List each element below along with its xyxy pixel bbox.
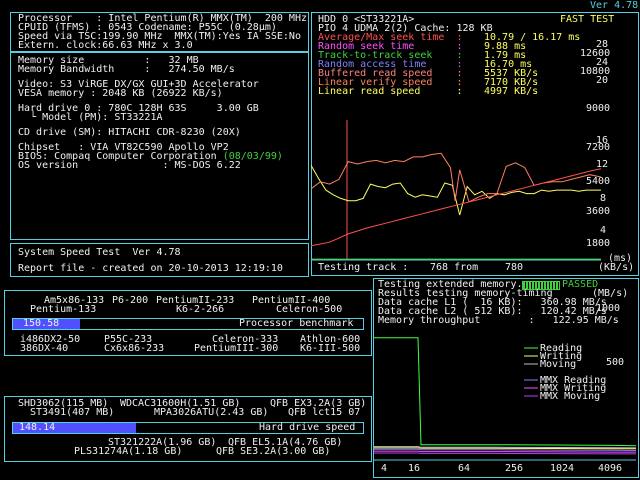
hdd-speed-chart bbox=[311, 120, 601, 261]
hdd-benchmark-track: 148.14 Hard drive speed bbox=[12, 422, 364, 434]
cpu-ref-k6-2-266: K6-2-266 bbox=[176, 304, 225, 315]
mem-x-64: 64 bbox=[458, 463, 471, 474]
unit-kbs: (KB/s) bbox=[598, 262, 635, 273]
cpu-ref-k6iii-500: K6-III-500 bbox=[300, 343, 361, 354]
mem-series-mmx-writing bbox=[374, 450, 636, 453]
mem-x-4: 4 bbox=[381, 463, 388, 474]
speed-test-title: System Speed Test Ver 4.78 bbox=[18, 247, 181, 258]
cd-drive: CD drive (SM): HITACHI CDR-8230 (20X) bbox=[18, 127, 241, 138]
cpu-benchmark-score: 150.58 bbox=[23, 318, 60, 329]
mem-x-16: 16 bbox=[408, 463, 421, 474]
cpu-benchmark-track: 150.58 Processor benchmark bbox=[12, 318, 364, 330]
fast-test-label: FAST TEST bbox=[560, 14, 615, 25]
version-label: Ver 4.78 bbox=[590, 0, 639, 11]
hdd-benchmark-label: Hard drive speed bbox=[259, 422, 356, 433]
cpu-ref-celeron-500: Celeron-500 bbox=[276, 304, 343, 315]
hdd-series-avg_seek bbox=[311, 168, 601, 247]
report-file: Report file - created on 20-10-2013 12:1… bbox=[18, 263, 283, 274]
cpu-ref-pentium-133: Pentium-133 bbox=[30, 304, 97, 315]
mem-x-1024: 1024 bbox=[550, 463, 575, 474]
hdd-series-linear_read bbox=[311, 164, 601, 216]
testing-track-label: Testing track : bbox=[318, 262, 409, 273]
hdd-y-left-20: 20 bbox=[596, 75, 609, 86]
mem-series-mmx-moving bbox=[374, 452, 636, 455]
hdd-ref-qfb-lct15: QFB lct15 07 bbox=[288, 407, 361, 418]
mem-series-mmx-reading bbox=[374, 448, 636, 451]
mem-x-256: 256 bbox=[505, 463, 524, 474]
memory-bandwidth: Memory Bandwidth : 274.50 MB/s bbox=[18, 64, 235, 75]
vesa-memory: VESA memory : 2048 KB (26922 KB/s) bbox=[18, 88, 223, 99]
cpu-ref-386dx40: 386DX-40 bbox=[20, 343, 69, 354]
cpu-benchmark-label: Processor benchmark bbox=[239, 318, 354, 329]
os-version: OS version : MS-DOS 6.22 bbox=[18, 160, 241, 171]
hdd-ref-st3491: ST3491(407 MB) bbox=[30, 407, 115, 418]
testing-track-from: 768 from bbox=[430, 262, 479, 273]
cpu-ref-piii-300: PentiumIII-300 bbox=[194, 343, 279, 354]
memory-chart bbox=[374, 337, 636, 461]
hard-drive-model: └ Model (PM): ST33221A bbox=[18, 112, 163, 123]
linear-read-label: Linear read speed : bbox=[318, 86, 463, 97]
hdd-ref-pls31274a: PLS31274A(1.18 GB) bbox=[74, 446, 183, 457]
mem-x-4096: 4096 bbox=[598, 463, 623, 474]
hdd-ref-mpa3026atu: MPA3026ATU(2.43 GB) bbox=[154, 407, 269, 418]
hdd-ref-qfb-se32a: QFB SE3.2A(3.00 GB) bbox=[216, 446, 331, 457]
cpu-ref-cx6x86: Cx6x86-233 bbox=[104, 343, 165, 354]
testing-track-to: 780 bbox=[505, 262, 524, 273]
hdd-series-linear_verify bbox=[311, 152, 601, 203]
cpu-ref-p6-200: P6-200 bbox=[112, 295, 149, 306]
mem-series-reading bbox=[374, 337, 636, 447]
hdd-benchmark-score: 148.14 bbox=[19, 422, 56, 433]
cpu-clock: Extern. clock:66.63 MHz x 3.0 bbox=[18, 40, 193, 51]
linear-read-value: 4997 KB/s bbox=[484, 86, 539, 97]
